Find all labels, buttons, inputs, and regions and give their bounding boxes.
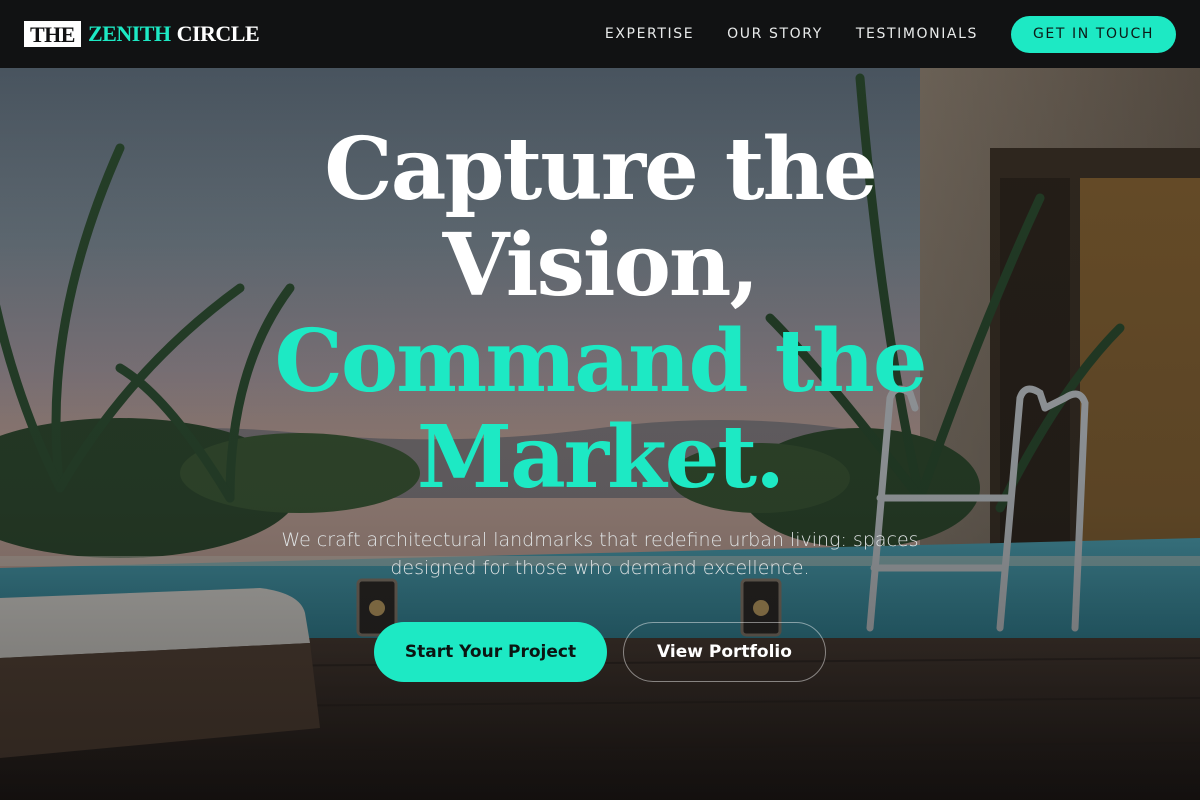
hero-section: Capture the Vision, Command the Market. … bbox=[0, 68, 1200, 800]
get-in-touch-button[interactable]: GET IN TOUCH bbox=[1011, 15, 1176, 53]
start-project-button[interactable]: Start Your Project bbox=[374, 622, 607, 682]
nav-link-expertise[interactable]: EXPERTISE bbox=[605, 26, 694, 42]
headline-line-3: Command the bbox=[274, 311, 927, 412]
nav-links: EXPERTISE OUR STORY TESTIMONIALS GET IN … bbox=[605, 15, 1176, 53]
nav-link-our-story[interactable]: OUR STORY bbox=[727, 26, 823, 42]
top-navbar: THE ZENITH CIRCLE EXPERTISE OUR STORY TE… bbox=[0, 0, 1200, 68]
logo-rest-text: CIRCLE bbox=[176, 21, 260, 46]
hero-content: Capture the Vision, Command the Market. … bbox=[0, 68, 1200, 800]
hero-subtext: We craft architectural landmarks that re… bbox=[281, 529, 919, 579]
headline-line-1: Capture the bbox=[324, 119, 878, 220]
headline-line-2: Vision, bbox=[442, 215, 760, 316]
logo-box-text: THE bbox=[24, 21, 81, 47]
view-portfolio-button[interactable]: View Portfolio bbox=[623, 622, 826, 682]
logo-accent-text: ZENITH bbox=[87, 21, 171, 46]
headline-line-4: Market. bbox=[416, 407, 785, 508]
brand-logo[interactable]: THE ZENITH CIRCLE bbox=[24, 21, 260, 47]
nav-link-testimonials[interactable]: TESTIMONIALS bbox=[856, 26, 978, 42]
